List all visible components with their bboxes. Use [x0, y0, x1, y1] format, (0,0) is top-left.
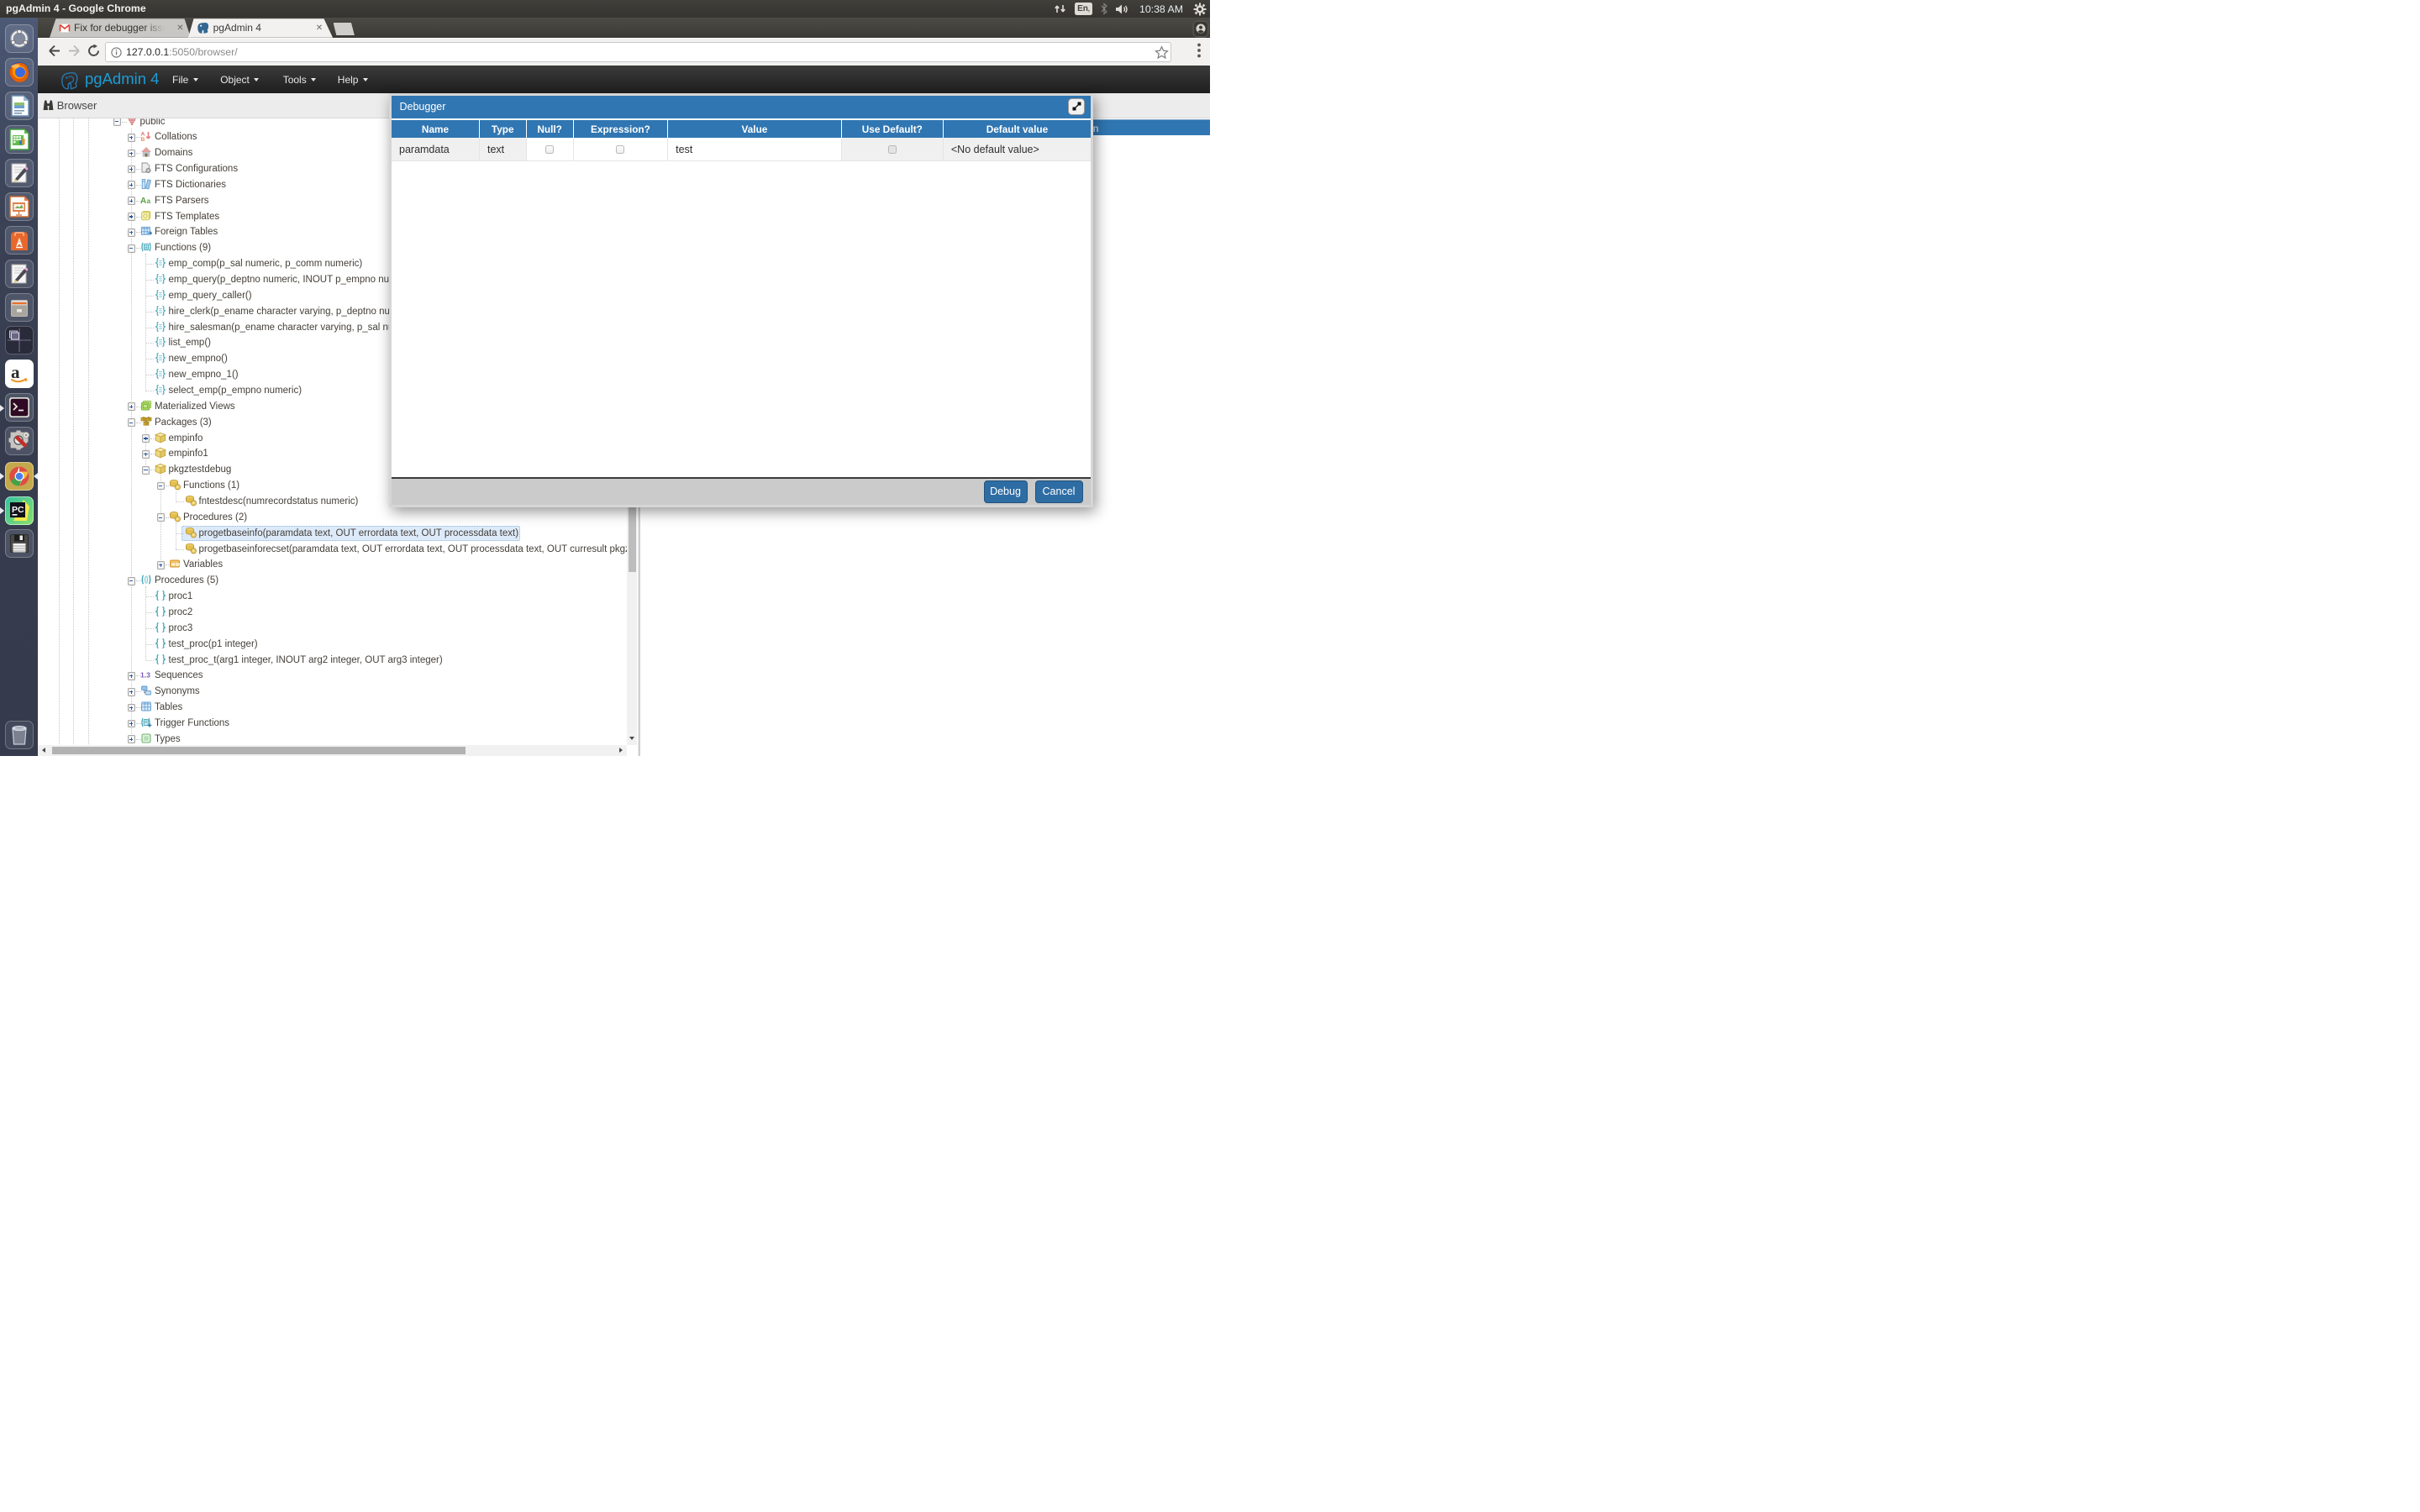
svg-text:PC: PC: [12, 505, 24, 515]
svg-text:B: B: [141, 137, 145, 142]
svg-text:1.3: 1.3: [140, 671, 150, 680]
svg-text:a: a: [147, 197, 151, 205]
svg-text:A: A: [140, 197, 146, 206]
